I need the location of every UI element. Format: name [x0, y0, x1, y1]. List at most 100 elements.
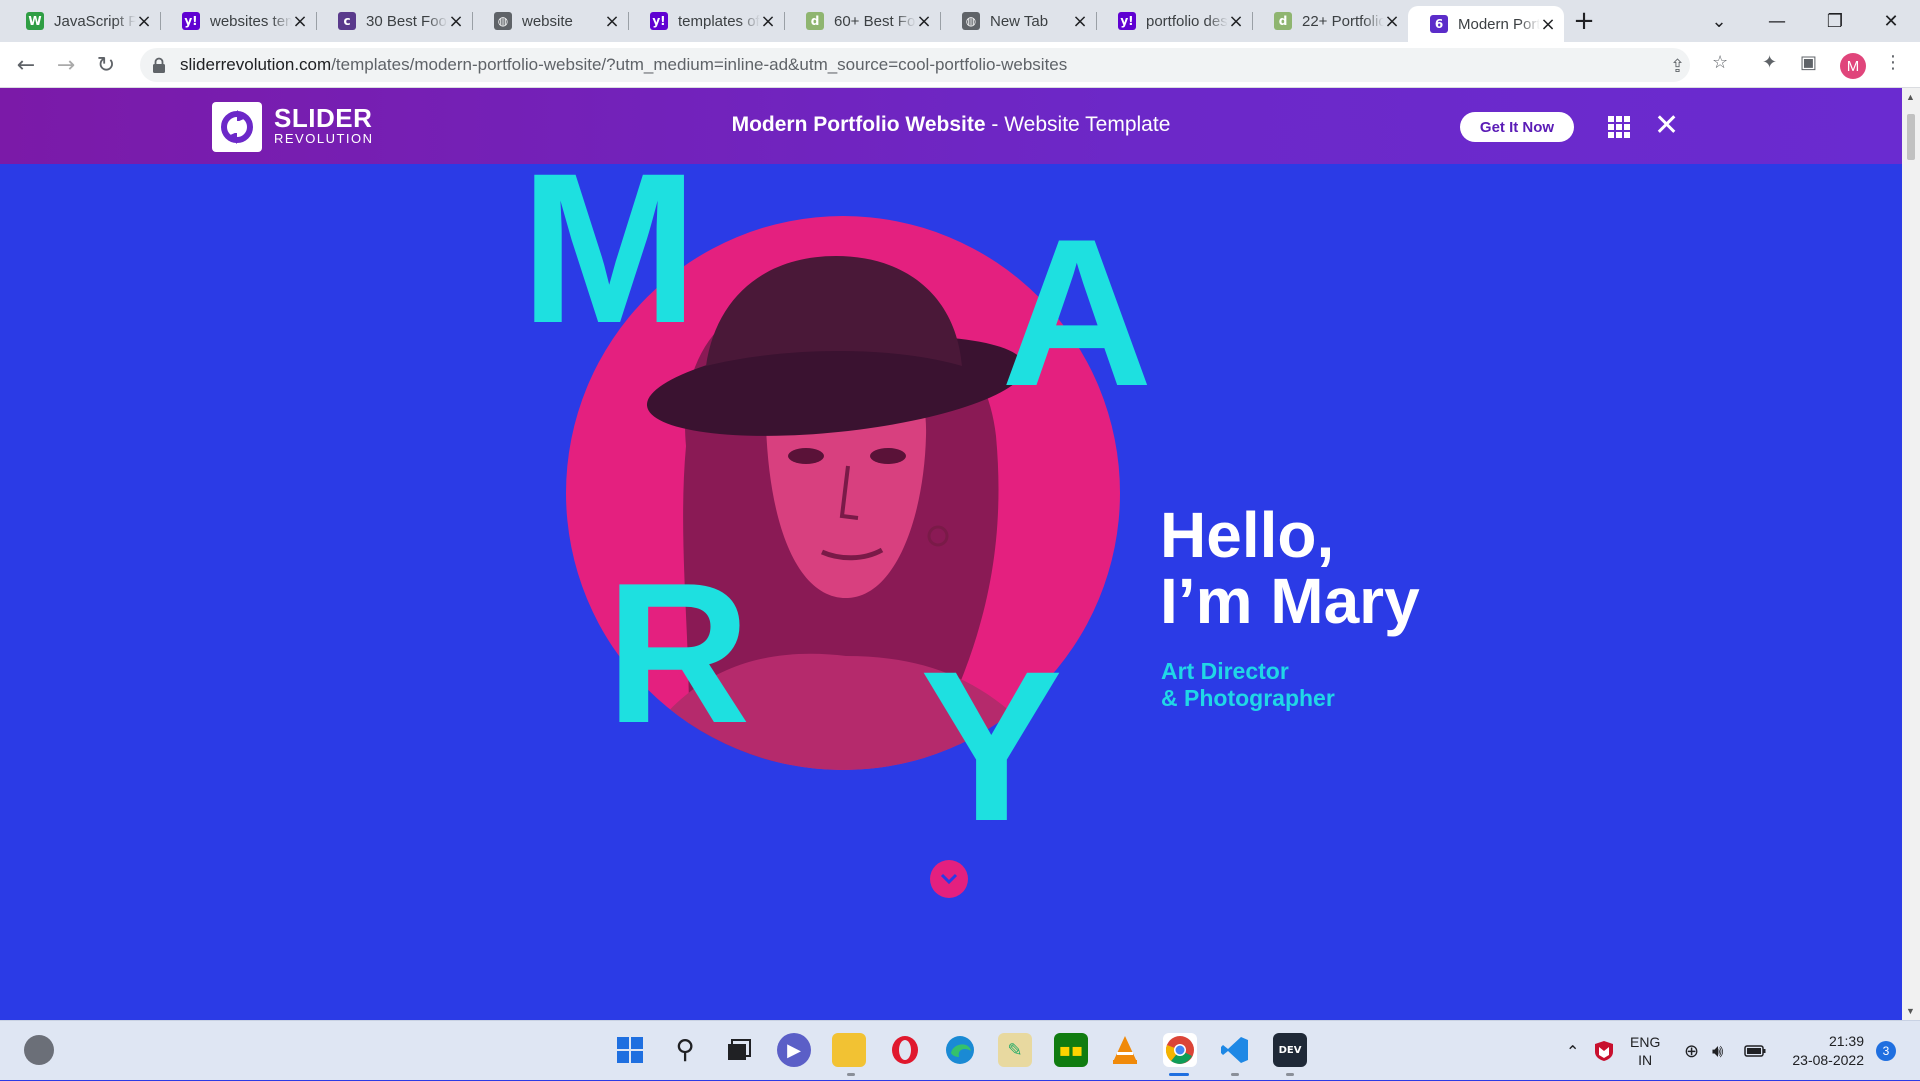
notification-center[interactable]: 3	[1876, 1021, 1896, 1081]
task-view-icon[interactable]	[722, 1033, 756, 1067]
greeting-heading: Hello, I’m Mary	[1160, 502, 1420, 634]
chrome-icon[interactable]	[1163, 1033, 1197, 1067]
browser-tab[interactable]: d 22+ Portfolio ×	[1252, 0, 1408, 42]
tab-favicon-icon: d	[1274, 12, 1292, 30]
url-text: sliderrevolution.com/templates/modern-po…	[180, 55, 1067, 75]
vlc-icon[interactable]	[1108, 1033, 1142, 1067]
browser-tab[interactable]: ◍ website ×	[472, 0, 628, 42]
tab-favicon-icon: y!	[182, 12, 200, 30]
tab-close-icon[interactable]: ×	[916, 11, 932, 32]
browser-menu-icon[interactable]: ⋮	[1884, 52, 1902, 73]
reload-icon[interactable]: ↻	[90, 49, 122, 81]
browser-tab[interactable]: y! portfolio design×	[1096, 0, 1252, 42]
scroll-down-button[interactable]	[930, 860, 968, 898]
language-line2: IN	[1638, 1052, 1653, 1068]
side-panel-icon[interactable]: ▣	[1800, 52, 1817, 73]
tab-favicon-icon: 6	[1430, 15, 1448, 33]
minimize-icon[interactable]: —	[1748, 0, 1806, 42]
language-line1: ENG	[1630, 1034, 1661, 1050]
template-title-suffix: - Website Template	[985, 113, 1171, 136]
xbox-game-bar-icon[interactable]: ▪▪	[1054, 1033, 1088, 1067]
teams-chat-icon[interactable]: ▶	[777, 1033, 811, 1067]
forward-icon[interactable]: →	[50, 49, 82, 81]
bookmark-star-icon[interactable]: ☆	[1712, 52, 1728, 73]
weather-widget-icon[interactable]	[24, 1035, 54, 1065]
tab-close-icon[interactable]: ×	[292, 11, 308, 32]
clock[interactable]: 21:39 23-08-2022	[1780, 1021, 1864, 1081]
browser-tab[interactable]: ◍ New Tab ×	[940, 0, 1096, 42]
tab-close-icon[interactable]: ×	[604, 11, 620, 32]
role-line2: & Photographer	[1161, 685, 1335, 711]
close-preview-icon[interactable]: ✕	[1654, 108, 1679, 143]
dev-home-icon[interactable]: DEV	[1273, 1033, 1307, 1067]
tab-close-icon[interactable]: ×	[1540, 14, 1556, 35]
scroll-up-arrow-icon[interactable]: ▲	[1906, 92, 1915, 102]
share-icon[interactable]: ⇪	[1670, 56, 1685, 77]
url-host: sliderrevolution.com	[180, 55, 332, 74]
tab-title: templates of	[678, 12, 760, 30]
template-title-bold: Modern Portfolio Website	[731, 113, 986, 136]
tab-favicon-icon: y!	[1118, 12, 1136, 30]
paint-icon[interactable]: ✎	[998, 1033, 1032, 1067]
close-window-icon[interactable]: ✕	[1862, 0, 1920, 42]
tab-list: WJavaScript Portfolio×y!websites templat…	[0, 0, 1604, 42]
edge-icon[interactable]	[943, 1033, 977, 1067]
address-bar: ← → ↻ sliderrevolution.com/templates/mod…	[0, 42, 1920, 88]
tab-title: 60+ Best Food	[834, 12, 916, 30]
tab-favicon-icon: ◍	[494, 12, 512, 30]
tab-close-icon[interactable]: ×	[760, 11, 776, 32]
windows-taskbar: ⚲ ▶ ✎ ▪▪ DEV ⌃ ENG IN ⊕ 🔊︎ 21:39 23-08-2…	[0, 1020, 1920, 1080]
network-globe-icon[interactable]: ⊕	[1684, 1021, 1699, 1081]
clock-time: 21:39	[1828, 1033, 1864, 1049]
tab-close-icon[interactable]: ×	[1384, 11, 1400, 32]
scroll-down-arrow-icon[interactable]: ▼	[1906, 1006, 1915, 1016]
tab-search-icon[interactable]: ⌄	[1690, 0, 1748, 42]
tab-close-icon[interactable]: ×	[136, 11, 152, 32]
page-scrollbar[interactable]: ▲ ▼	[1902, 88, 1920, 1020]
greeting-line1: Hello,	[1160, 499, 1335, 571]
battery-icon[interactable]	[1744, 1021, 1766, 1081]
file-explorer-icon[interactable]	[832, 1033, 866, 1067]
input-language[interactable]: ENG IN	[1630, 1021, 1660, 1081]
letter-m: M	[520, 164, 699, 368]
volume-icon[interactable]: 🔊︎	[1712, 1021, 1723, 1081]
mcafee-icon[interactable]	[1594, 1021, 1614, 1081]
lock-icon[interactable]	[152, 57, 166, 73]
search-icon[interactable]: ⚲	[668, 1033, 702, 1067]
chevron-down-icon	[940, 873, 958, 885]
tab-close-icon[interactable]: ×	[1072, 11, 1088, 32]
letter-y: Y	[920, 627, 1063, 866]
show-hidden-icons-icon[interactable]: ⌃	[1566, 1021, 1579, 1081]
tab-close-icon[interactable]: ×	[1228, 11, 1244, 32]
new-tab-plus-icon[interactable]: +	[1564, 0, 1604, 42]
start-icon[interactable]	[613, 1033, 647, 1067]
url-path: /templates/modern-portfolio-website/?utm…	[331, 55, 1068, 74]
template-preview-header: SLIDER REVOLUTION Modern Portfolio Websi…	[0, 88, 1902, 164]
scrollbar-thumb[interactable]	[1907, 114, 1915, 160]
role-text: Art Director & Photographer	[1161, 658, 1335, 712]
apps-grid-icon[interactable]	[1608, 116, 1630, 138]
opera-icon[interactable]	[888, 1033, 922, 1067]
tab-favicon-icon: d	[806, 12, 824, 30]
browser-tab[interactable]: W JavaScript Portfolio×	[4, 0, 160, 42]
browser-tab-active[interactable]: 6 Modern Portfolio×	[1408, 6, 1564, 42]
chrome-active-indicator	[1169, 1073, 1189, 1076]
tab-favicon-icon: c	[338, 12, 356, 30]
browser-tab[interactable]: y! templates of ×	[628, 0, 784, 42]
notification-badge: 3	[1876, 1041, 1896, 1061]
vscode-running-indicator	[1231, 1073, 1239, 1076]
profile-avatar[interactable]: M	[1840, 53, 1866, 79]
get-it-now-button[interactable]: Get It Now	[1460, 112, 1574, 142]
browser-tab[interactable]: y! websites templates×	[160, 0, 316, 42]
restore-icon[interactable]: ❐	[1806, 0, 1864, 42]
url-field[interactable]: sliderrevolution.com/templates/modern-po…	[140, 48, 1690, 82]
browser-tab[interactable]: d 60+ Best Food×	[784, 0, 940, 42]
tab-close-icon[interactable]: ×	[448, 11, 464, 32]
back-icon[interactable]: ←	[10, 49, 42, 81]
role-line1: Art Director	[1161, 658, 1289, 684]
browser-tab[interactable]: c 30 Best Food ×	[316, 0, 472, 42]
extensions-icon[interactable]: ✦	[1762, 52, 1777, 73]
greeting-line2: I’m Mary	[1160, 565, 1420, 637]
vscode-icon[interactable]	[1218, 1033, 1252, 1067]
tab-title: website	[522, 12, 573, 30]
